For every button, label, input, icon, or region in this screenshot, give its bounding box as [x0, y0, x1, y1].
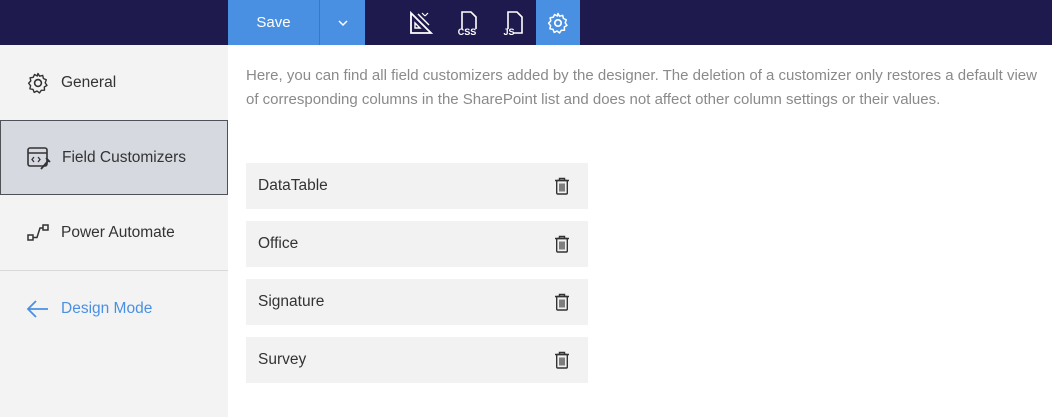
js-button[interactable]: JS — [492, 0, 536, 45]
save-button[interactable]: Save — [228, 0, 319, 45]
customizer-name: Office — [258, 235, 299, 252]
sidebar: General Field Customizers Power Automate — [0, 45, 228, 417]
chevron-down-icon — [337, 19, 348, 26]
css-icon: CSS — [458, 10, 477, 37]
main-panel: Here, you can find all field customizers… — [228, 45, 1052, 417]
description-text: Here, you can find all field customizers… — [246, 67, 1037, 108]
gear-icon — [25, 70, 51, 96]
delete-customizer-button[interactable] — [552, 292, 572, 312]
customizer-row: Signature — [246, 279, 588, 325]
sidebar-item-label: Design Mode — [61, 299, 153, 317]
trash-icon — [555, 351, 569, 369]
customizer-row: Survey — [246, 337, 588, 383]
layout-button[interactable] — [399, 0, 443, 45]
delete-customizer-button[interactable] — [552, 234, 572, 254]
sidebar-item-field-customizers[interactable]: Field Customizers — [0, 120, 228, 195]
sidebar-item-label: General — [61, 73, 117, 91]
sidebar-item-label: Power Automate — [61, 223, 175, 241]
sidebar-item-general[interactable]: General — [0, 45, 228, 120]
delete-customizer-button[interactable] — [552, 176, 572, 196]
customizer-name: DataTable — [258, 177, 328, 194]
css-button[interactable]: CSS — [446, 0, 490, 45]
customizer-row: Office — [246, 221, 588, 267]
sidebar-item-label: Field Customizers — [62, 148, 187, 166]
settings-button[interactable] — [536, 0, 580, 45]
svg-text:CSS: CSS — [458, 27, 477, 37]
customizer-name: Survey — [258, 351, 307, 368]
top-toolbar: Save CSS JS — [0, 0, 1052, 45]
customizer-row: DataTable — [246, 163, 588, 209]
svg-text:JS: JS — [503, 27, 514, 37]
trash-icon — [555, 293, 569, 311]
save-options-dropdown[interactable] — [320, 0, 365, 45]
arrow-left-icon — [25, 296, 51, 322]
gear-icon — [547, 12, 568, 34]
field-customizer-icon — [26, 145, 52, 171]
sidebar-item-design-mode[interactable]: Design Mode — [0, 271, 228, 346]
js-icon: JS — [503, 10, 523, 37]
customizer-name: Signature — [258, 293, 325, 310]
trash-icon — [555, 235, 569, 253]
trash-icon — [555, 177, 569, 195]
flow-icon — [25, 220, 51, 246]
layout-icon — [410, 10, 434, 34]
save-button-label: Save — [256, 14, 291, 31]
sidebar-item-power-automate[interactable]: Power Automate — [0, 195, 228, 270]
delete-customizer-button[interactable] — [552, 350, 572, 370]
